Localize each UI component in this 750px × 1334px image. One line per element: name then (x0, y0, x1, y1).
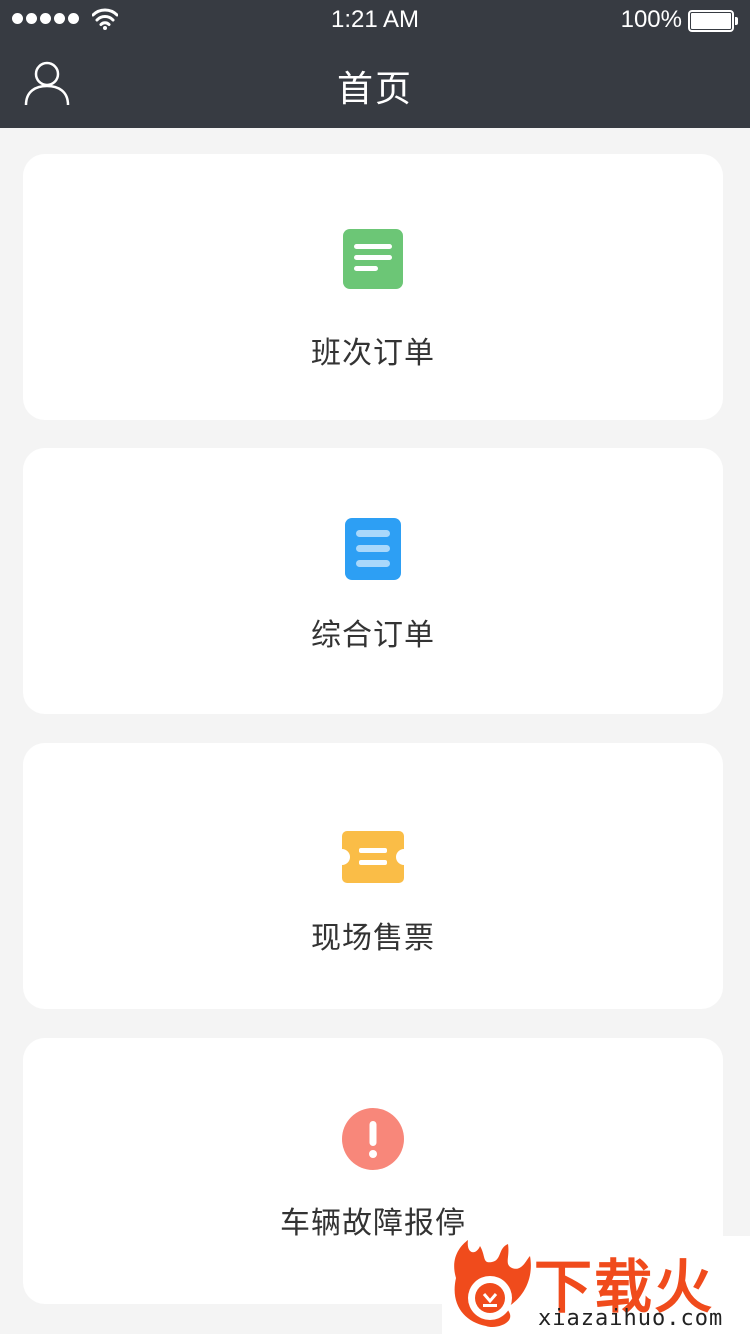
menu-card-label: 综合订单 (311, 618, 435, 653)
status-bar: 1:21 AM 100% (0, 0, 750, 40)
menu-card-label: 班次订单 (311, 336, 435, 371)
watermark-logo: 下载火 xiazaihuo.com (442, 1236, 750, 1334)
battery-icon (688, 10, 738, 32)
watermark-text-en: xiazaihuo.com (538, 1306, 724, 1331)
menu-card-shift-orders[interactable]: 班次订单 (23, 154, 723, 420)
order-list-icon (343, 229, 403, 289)
page-title: 首页 (336, 69, 413, 110)
menu-card-label: 现场售票 (311, 921, 435, 956)
flame-logo-icon (454, 1240, 531, 1328)
alert-icon (342, 1108, 404, 1170)
menu-card-general-orders[interactable]: 综合订单 (23, 448, 723, 714)
nav-bar: 首页 (0, 40, 750, 128)
document-icon (345, 518, 401, 580)
ticket-icon (342, 831, 404, 883)
battery-percent: 100% (620, 6, 682, 33)
app-header: 1:21 AM 100% 首页 (0, 0, 750, 128)
menu-card-onsite-ticketing[interactable]: 现场售票 (23, 743, 723, 1009)
